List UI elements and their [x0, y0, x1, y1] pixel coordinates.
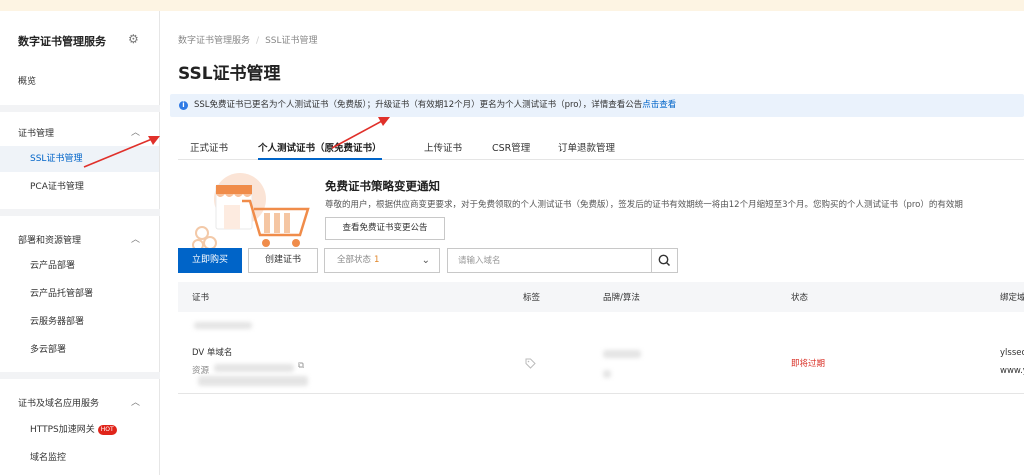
buy-now-button[interactable]: 立即购买 — [178, 248, 242, 273]
sidebar: 数字证书管理服务 ⚙ 概览 证书管理 ︿ SSL证书管理 PCA证书管理 部署和… — [0, 11, 160, 475]
sidebar-item-multicloud-deploy[interactable]: 多云部署 — [0, 337, 159, 363]
search-icon — [658, 254, 671, 267]
cert-resource-label: 资源 — [192, 366, 210, 376]
tab-refund-management[interactable]: 订单退款管理 — [558, 140, 615, 160]
chevron-up-icon[interactable]: ︿ — [131, 125, 140, 138]
sidebar-group-deploy[interactable]: 部署和资源管理 — [18, 233, 81, 246]
top-announcement-bar — [0, 0, 1024, 11]
tab-personal-test-cert[interactable]: 个人测试证书（原免费证书） — [258, 140, 382, 160]
bound-domain-2: www.y — [1000, 366, 1024, 376]
redacted-brand — [603, 350, 641, 358]
promo-description: 尊敬的用户，根据供应商变更要求，对于免费领取的个人测试证书（免费版），签发后的证… — [325, 200, 963, 210]
gear-icon[interactable]: ⚙ — [128, 32, 139, 46]
table-row: DV 单域名 资源 ⧉ 即将过期 ylsseo www.y — [178, 312, 1024, 394]
breadcrumb-item-service[interactable]: 数字证书管理服务 — [178, 36, 250, 46]
chevron-down-icon: ⌄ — [421, 255, 430, 266]
notice-link[interactable]: 点击查看 — [642, 100, 676, 110]
sidebar-item-ssl-cert[interactable]: SSL证书管理 — [0, 146, 159, 172]
sidebar-item-cloud-deploy[interactable]: 云产品部署 — [0, 253, 159, 279]
status-filter-label: 全部状态 — [337, 255, 372, 265]
sidebar-item-pca-cert[interactable]: PCA证书管理 — [0, 174, 159, 200]
create-cert-button[interactable]: 创建证书 — [248, 248, 318, 273]
breadcrumb: 数字证书管理服务 / SSL证书管理 — [178, 33, 318, 46]
redacted-cert-detail — [198, 376, 308, 386]
sidebar-item-server-deploy[interactable]: 云服务器部署 — [0, 309, 159, 335]
main-content: 数字证书管理服务 / SSL证书管理 SSL证书管理 i SSL免费证书已更名为个人… — [160, 11, 1024, 475]
sidebar-item-domain-monitor[interactable]: 域名监控 — [0, 445, 159, 471]
domain-search-input[interactable] — [447, 248, 652, 273]
sidebar-item-cloud-hosted-deploy[interactable]: 云产品托管部署 — [0, 281, 159, 307]
tab-upload-cert[interactable]: 上传证书 — [424, 140, 462, 160]
column-header-tags: 标签 — [523, 293, 541, 303]
tab-bar: 正式证书 个人测试证书（原免费证书） 上传证书 CSR管理 订单退款管理 — [178, 136, 1024, 160]
redacted-cert-id — [194, 322, 252, 329]
redacted-algorithm — [603, 370, 611, 378]
search-button[interactable] — [651, 248, 678, 273]
copy-icon[interactable]: ⧉ — [298, 361, 304, 371]
sidebar-item-https-gateway[interactable]: HTTPS加速网关 HOT — [0, 417, 159, 443]
column-header-brand: 品牌/算法 — [603, 293, 640, 303]
tab-csr-management[interactable]: CSR管理 — [492, 140, 530, 160]
chevron-up-icon[interactable]: ︿ — [131, 232, 140, 245]
sidebar-divider — [0, 105, 160, 112]
breadcrumb-separator: / — [256, 36, 260, 46]
bound-domain-1: ylsseo — [1000, 348, 1024, 358]
page-title: SSL证书管理 — [178, 64, 281, 84]
view-free-cert-notice-button[interactable]: 查看免费证书变更公告 — [325, 217, 445, 240]
sidebar-group-app-services[interactable]: 证书及域名应用服务 — [18, 396, 99, 409]
column-header-status: 状态 — [791, 293, 809, 303]
sidebar-divider — [0, 372, 160, 379]
column-header-domain: 绑定域 — [1000, 293, 1024, 303]
table-header: 证书 标签 品牌/算法 状态 绑定域 — [178, 282, 1024, 312]
promo-title: 免费证书策略变更通知 — [325, 179, 440, 193]
tab-formal-cert[interactable]: 正式证书 — [190, 140, 228, 160]
info-icon: i — [179, 101, 188, 110]
sidebar-item-overview[interactable]: 概览 — [18, 74, 36, 87]
shopping-cart-illustration — [192, 173, 310, 251]
status-filter-select[interactable]: 全部状态 1 ⌄ — [324, 248, 440, 273]
breadcrumb-item-current: SSL证书管理 — [265, 36, 318, 46]
info-notice: i SSL免费证书已更名为个人测试证书（免费版）；升级证书（有效期12个月）更名… — [170, 94, 1024, 117]
chevron-up-icon[interactable]: ︿ — [131, 395, 140, 408]
status-badge: 即将过期 — [791, 359, 826, 369]
tag-icon[interactable] — [525, 358, 536, 369]
notice-text: SSL免费证书已更名为个人测试证书（免费版）；升级证书（有效期12个月）更名为个… — [194, 100, 643, 110]
sidebar-title: 数字证书管理服务 — [18, 35, 106, 48]
sidebar-divider — [0, 209, 160, 216]
status-filter-count: 1 — [374, 255, 380, 265]
hot-badge: HOT — [97, 425, 117, 435]
column-header-cert: 证书 — [192, 293, 210, 303]
cert-type: DV 单域名 — [192, 348, 233, 358]
redacted-resource-id — [214, 364, 294, 372]
sidebar-group-cert-management[interactable]: 证书管理 — [18, 126, 54, 139]
sidebar-item-label: HTTPS加速网关 — [30, 425, 95, 435]
